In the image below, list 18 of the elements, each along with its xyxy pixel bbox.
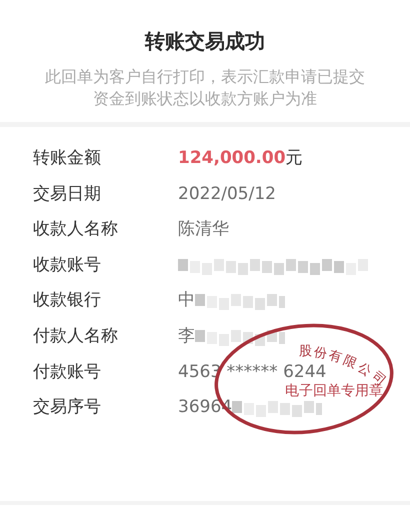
- field-value: 李: [178, 325, 195, 348]
- amount-value: 124,000.00: [178, 147, 286, 170]
- field-label: 付款人名称: [33, 325, 119, 348]
- field-label: 收款银行: [33, 289, 102, 312]
- field-label: 交易日期: [33, 182, 102, 206]
- notice-text: 资金到账状态以收款方账户为准: [92, 88, 318, 110]
- field-label: 交易序号: [33, 396, 102, 420]
- field-value: 2022/05/12: [178, 182, 276, 206]
- currency-unit: 元: [286, 147, 303, 170]
- field-label: 收款人名称: [33, 218, 119, 242]
- field-label: 转账金额: [33, 147, 102, 170]
- notice-text: 此回单为客户自行打印，表示汇款申请已提交: [44, 66, 366, 88]
- field-value: 陈清华: [178, 218, 229, 242]
- field-value: 中: [178, 289, 195, 312]
- stamp-center-text: 电子回单专用章: [285, 383, 383, 399]
- field-label: 付款账号: [33, 360, 102, 384]
- field-label: 收款账号: [33, 254, 102, 277]
- page-title: 转账交易成功: [144, 28, 266, 55]
